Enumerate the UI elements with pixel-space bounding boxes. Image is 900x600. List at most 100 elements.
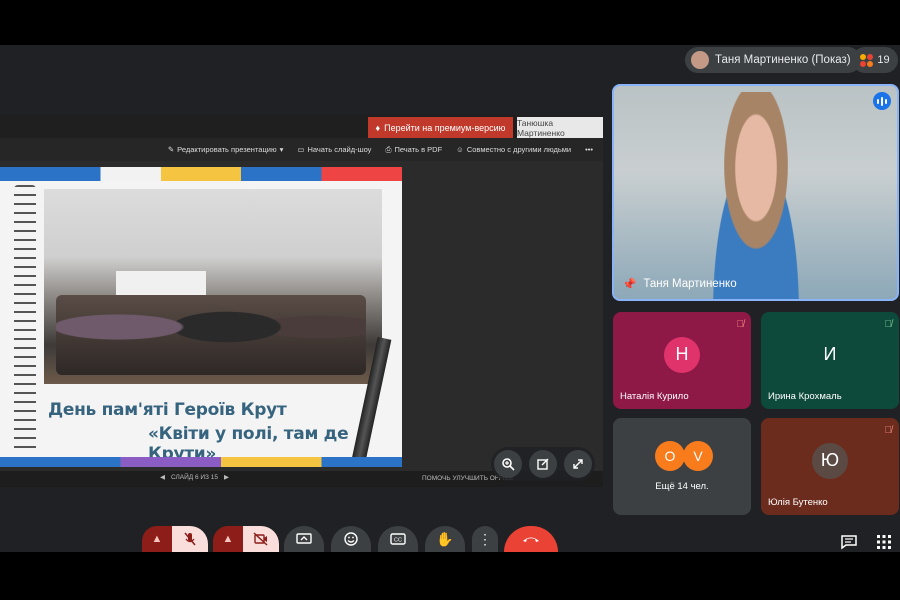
participant-name: Юлія Бутенко — [768, 497, 828, 508]
participant-name: Наталія Курило — [620, 391, 689, 402]
present-control — [284, 526, 324, 552]
people-icon: ☺ — [456, 145, 464, 154]
apps-grid-icon — [877, 535, 891, 549]
chevron-down-icon: ▾ — [279, 145, 284, 154]
captions-button[interactable]: CC — [378, 526, 418, 552]
presenter-chip[interactable]: Таня Мартиненко (Показ) — [685, 47, 861, 73]
participant-tile[interactable]: 🎙̸ Ю Юлія Бутенко — [761, 418, 899, 515]
diamond-icon: ♦ — [375, 122, 381, 133]
presentation-view-controls — [491, 447, 595, 481]
pin-icon[interactable]: 📌 — [622, 277, 636, 291]
more-vert-icon: ⋮ — [478, 530, 492, 547]
camera-off-icon — [253, 532, 268, 546]
mic-off-icon: 🎙̸ — [736, 319, 745, 330]
speaking-indicator-icon — [873, 92, 891, 110]
notebook-spiral — [14, 185, 36, 455]
presenter-avatar — [691, 51, 709, 69]
slide-title-line1: День пам'яті Героїв Крут — [48, 400, 287, 420]
group-of-students — [56, 295, 366, 375]
side-panel-buttons — [840, 534, 892, 555]
start-slideshow-label: Начать слайд-шоу — [307, 145, 372, 154]
avatar: О — [655, 441, 685, 471]
presentation-toolbar: ✎ Редактировать презентацию ▾ ▭ Начать слай… — [0, 138, 603, 161]
raise-hand-button[interactable]: ✋ — [425, 526, 465, 552]
raise-hand-control: ✋ — [425, 526, 465, 552]
presentation-topbar: ♦ Перейти на премиум-версию Танюшка Март… — [0, 115, 603, 138]
slide: День пам'яті Героїв Крут «Квіти у полі, … — [0, 167, 402, 467]
class-photo — [44, 189, 382, 384]
participants-icon — [860, 53, 874, 67]
slideshow-icon: ▭ — [297, 145, 305, 154]
reactions-button[interactable] — [331, 526, 371, 552]
more-options-button[interactable]: ⋮ — [472, 526, 498, 552]
premium-button[interactable]: ♦ Перейти на премиум-версию — [368, 117, 513, 138]
pencil-icon: ✎ — [167, 145, 175, 154]
main-speaker-name-row: 📌 Таня Мартиненко — [622, 277, 737, 291]
present-screen-button[interactable] — [284, 526, 324, 552]
activities-button[interactable] — [876, 534, 892, 555]
chat-icon — [841, 535, 857, 550]
captions-control: CC — [378, 526, 418, 552]
more-participants-tile[interactable]: О V Ещё 14 чел. — [613, 418, 751, 515]
slide-navigation: ◀ СЛАЙД 6 ИЗ 15 ▶ — [160, 473, 229, 482]
slide-decoration-top — [0, 167, 402, 181]
avatar: Ю — [812, 442, 848, 479]
participant-count: 19 — [877, 54, 890, 66]
chevron-up-icon: ▲ — [222, 533, 234, 545]
start-slideshow-button[interactable]: ▭ Начать слайд-шоу — [297, 145, 371, 154]
mic-options-button[interactable]: ▲ — [142, 526, 172, 552]
previous-slide-icon[interactable]: ◀ — [160, 473, 165, 481]
printer-icon: ⎙ — [385, 144, 392, 154]
speaker-video — [696, 92, 816, 299]
edit-presentation-button[interactable]: ✎ Редактировать презентацию ▾ — [168, 145, 284, 154]
main-speaker-name: Таня Мартиненко — [643, 278, 737, 290]
svg-text:CC: CC — [394, 538, 402, 544]
zoom-in-icon — [502, 458, 515, 471]
camera-toggle-button[interactable] — [243, 526, 279, 552]
mic-off-icon: 🎙̸ — [884, 425, 893, 436]
expand-icon — [572, 459, 583, 469]
pop-out-button[interactable] — [528, 450, 557, 478]
user-tab[interactable]: Танюшка Мартиненко — [517, 117, 603, 138]
more-control: ⋮ — [472, 526, 498, 552]
camera-control: ▲ — [213, 526, 279, 552]
edit-presentation-label: Редактировать презентацию — [177, 145, 277, 154]
participant-tile[interactable]: 🎙̸ Н Наталія Курило — [613, 312, 751, 409]
participant-name: Ирина Крохмаль — [768, 391, 842, 402]
avatar: V — [683, 441, 713, 471]
mic-off-icon: 🎙̸ — [884, 319, 893, 330]
mic-toggle-button[interactable] — [172, 526, 208, 552]
shared-presentation: ♦ Перейти на премиум-версию Танюшка Март… — [0, 115, 603, 487]
open-in-new-icon — [537, 458, 549, 470]
more-participants-label: Ещё 14 чел. — [655, 481, 709, 492]
print-pdf-button[interactable]: ⎙ Печать в PDF — [385, 145, 442, 155]
leave-call-button[interactable] — [504, 526, 558, 552]
closed-captions-icon: CC — [390, 533, 406, 545]
more-options-icon[interactable]: ••• — [585, 145, 593, 154]
participants-button[interactable]: 19 — [852, 47, 898, 73]
avatar: Н — [664, 336, 700, 373]
slide-decoration-bottom — [0, 457, 402, 467]
call-end-icon — [523, 537, 539, 542]
share-label: Совместно с другими людьми — [466, 145, 572, 154]
print-pdf-label: Печать в PDF — [394, 145, 443, 154]
main-speaker-tile[interactable]: 📌 Таня Мартиненко — [612, 84, 899, 301]
share-button[interactable]: ☺ Совместно с другими людьми — [456, 145, 571, 154]
emoji-icon — [344, 532, 358, 546]
reactions-control — [331, 526, 371, 552]
premium-button-label: Перейти на премиум-версию — [384, 122, 506, 133]
camera-options-button[interactable]: ▲ — [213, 526, 243, 552]
avatar: И — [812, 336, 848, 373]
presenter-chip-label: Таня Мартиненко (Показ) — [715, 54, 851, 66]
participant-tile[interactable]: 🎙̸ И Ирина Крохмаль — [761, 312, 899, 409]
end-call-control — [504, 526, 558, 552]
chat-button[interactable] — [840, 534, 858, 555]
zoom-in-button[interactable] — [494, 450, 523, 478]
mic-control: ▲ — [142, 526, 208, 552]
hand-icon: ✋ — [436, 530, 454, 547]
chevron-up-icon: ▲ — [151, 533, 163, 545]
slide-counter: СЛАЙД 6 ИЗ 15 — [171, 473, 219, 481]
mic-off-icon — [184, 532, 196, 546]
next-slide-icon[interactable]: ▶ — [224, 473, 229, 481]
fullscreen-button[interactable] — [563, 450, 592, 478]
